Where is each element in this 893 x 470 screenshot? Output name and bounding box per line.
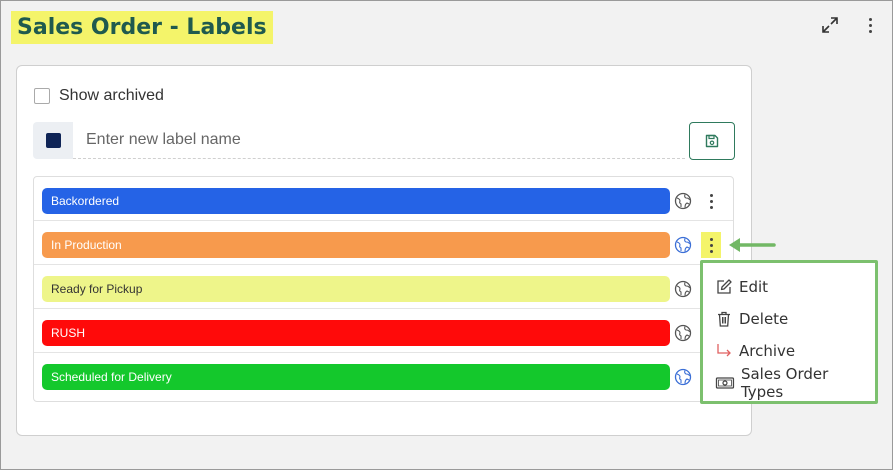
trash-icon [718,311,730,327]
row-menu-button[interactable] [701,188,721,214]
kebab-icon [709,237,713,253]
kebab-icon [709,193,713,209]
new-label-input[interactable] [73,122,685,159]
globe-icon[interactable] [674,280,692,298]
globe-icon[interactable] [674,236,692,254]
label-pill[interactable]: Ready for Pickup [42,276,670,302]
labels-card: Show archived Backordered In Production Re… [16,65,752,436]
money-icon [715,377,735,389]
label-pill[interactable]: In Production [42,232,670,258]
show-archived-checkbox[interactable] [34,88,50,104]
menu-item-sales-order-types[interactable]: Sales Order Types [715,365,875,401]
color-swatch [45,133,61,148]
label-context-menu: Edit Delete Archive Sales Order Types [700,260,878,404]
edit-icon [717,279,732,294]
labels-list: Backordered In Production Ready for Pickup… [33,176,734,402]
page-title: Sales Order - Labels [11,11,273,44]
menu-item-edit[interactable]: Edit [715,275,768,299]
menu-item-archive[interactable]: Archive [715,339,795,363]
row-menu-button[interactable] [701,232,721,258]
save-button[interactable] [689,122,735,160]
expand-icon[interactable] [819,14,841,36]
show-archived-row[interactable]: Show archived [34,86,164,106]
label-row-in-production: In Production [34,221,733,265]
new-label-row [33,122,735,160]
label-row-scheduled-for-delivery: Scheduled for Delivery [34,353,733,397]
save-icon [705,134,719,148]
globe-icon[interactable] [674,192,692,210]
label-pill[interactable]: Scheduled for Delivery [42,364,670,390]
label-row-rush: RUSH [34,309,733,353]
pointer-arrow-icon [729,238,776,252]
archive-arrow-icon [717,344,731,357]
label-pill[interactable]: RUSH [42,320,670,346]
window-frame: Sales Order - Labels Show archived Enter… [0,0,893,470]
globe-icon[interactable] [674,368,692,386]
label-row-ready-for-pickup: Ready for Pickup [34,265,733,309]
more-options-icon[interactable] [859,14,881,36]
label-pill[interactable]: Backordered [42,188,670,214]
label-row-backordered: Backordered [34,177,733,221]
globe-icon[interactable] [674,324,692,342]
show-archived-label: Show archived [59,87,164,104]
menu-item-delete[interactable]: Delete [715,307,788,331]
color-picker-button[interactable] [33,122,73,159]
